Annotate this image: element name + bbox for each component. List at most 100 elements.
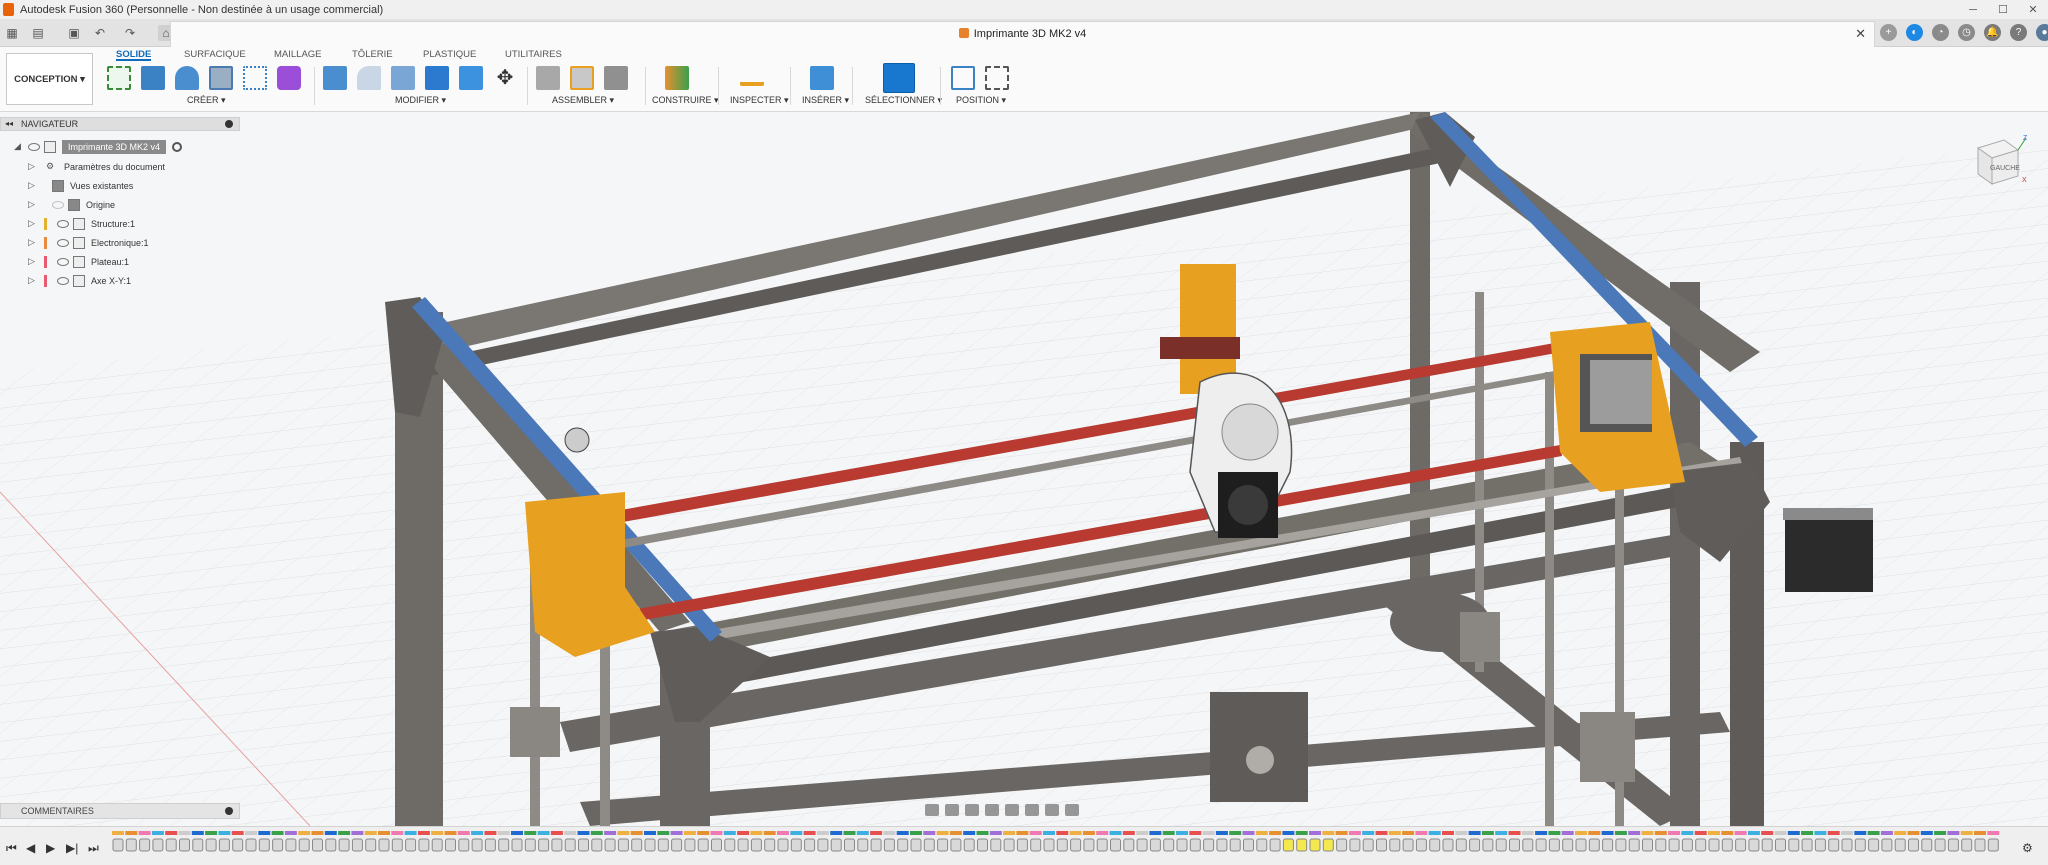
timeline-feature-icon[interactable] [1668,838,1680,852]
timeline-feature-icon[interactable] [1362,838,1374,852]
tab-solide[interactable]: SOLIDE [116,47,152,61]
timeline-feature-icon[interactable] [538,838,550,852]
expand-icon[interactable]: ▷ [28,275,38,286]
timeline-feature-icon[interactable] [1149,838,1161,852]
timeline-feature-icon[interactable] [272,838,284,852]
timeline-feature-icon[interactable] [1628,838,1640,852]
timeline-feature-icon[interactable] [458,838,470,852]
timeline-feature-icon[interactable] [1402,838,1414,852]
timeline-settings-icon[interactable]: ⚙ [2022,841,2033,855]
expand-icon[interactable]: ▷ [28,199,38,210]
look-at-icon[interactable] [945,804,959,816]
timeline-feature-icon[interactable] [1043,838,1055,852]
motion-link-icon[interactable] [604,66,628,90]
timeline-feature-icon[interactable] [1868,838,1880,852]
tree-item[interactable]: ▷ Electronique:1 [28,235,149,250]
revolve-icon[interactable] [175,66,199,90]
timeline-feature-icon[interactable] [977,838,988,852]
save-icon[interactable]: ▣ [66,25,82,41]
timeline-feature-icon[interactable] [604,838,616,852]
timeline-feature-icon[interactable] [1854,838,1866,852]
timeline-feature-icon[interactable] [551,838,563,852]
timeline-feature-icon[interactable] [471,838,483,852]
timeline-feature-icon[interactable] [910,838,922,852]
timeline-feature-icon[interactable] [1070,838,1082,852]
timeline-feature-icon[interactable] [1761,838,1773,852]
timeline-feature-icon[interactable] [1110,838,1121,852]
timeline-feature-icon[interactable] [844,838,855,852]
avatar[interactable]: ● [2036,24,2048,41]
tree-item[interactable]: ▷ ⚙ Paramètres du document [28,159,165,174]
timeline-feature-icon[interactable] [1322,838,1334,852]
timeline-feature-icon[interactable] [1509,838,1520,852]
group-modify-label[interactable]: MODIFIER ▾ [395,95,446,106]
timeline-feature-icon[interactable] [897,838,909,852]
timeline-feature-icon[interactable] [1336,838,1348,852]
split-icon[interactable] [459,66,483,90]
timeline-feature-icon[interactable] [617,838,629,852]
workspace-switcher-button[interactable]: CONCEPTION ▾ [6,53,93,105]
timeline-feature-icon[interactable] [963,838,975,852]
timeline-feature-icon[interactable] [1735,838,1747,852]
tab-utilitaires[interactable]: UTILITAIRES [505,47,562,61]
timeline-feature-icon[interactable] [790,838,802,852]
document-tab[interactable]: Imprimante 3D MK2 v4 ✕ [170,21,1875,47]
extensions-icon[interactable]: ◐ [1906,24,1923,41]
timeline-feature-icon[interactable] [1814,838,1826,852]
timeline-feature-icon[interactable] [1003,838,1015,852]
timeline-feature-icon[interactable] [1482,838,1494,852]
app-grid-icon[interactable]: ▦ [4,25,20,41]
hole-icon[interactable] [209,66,233,90]
timeline-feature-icon[interactable] [1801,838,1813,852]
activate-radio-icon[interactable] [172,141,183,152]
timeline-feature-icon[interactable] [724,838,736,852]
timeline-feature-icon[interactable] [1681,838,1693,852]
timeline-feature-icon[interactable] [365,838,377,852]
timeline-feature-icon[interactable] [498,838,510,852]
timeline-feature-icon[interactable] [1429,838,1441,852]
timeline-next-icon[interactable]: ▶| [66,841,78,855]
visibility-eye-icon[interactable] [57,219,69,228]
comments-panel[interactable]: COMMENTAIRES [0,803,240,819]
timeline-feature-icon[interactable] [1163,838,1175,852]
timeline-feature-icon[interactable] [431,838,443,852]
visibility-eye-icon[interactable] [57,257,69,266]
construct-plane-icon[interactable] [665,66,689,90]
undo-icon[interactable]: ↶ [92,25,108,41]
canvas-viewport[interactable]: GAUCHE Z X [0,112,2048,826]
timeline-feature-icon[interactable] [1921,838,1933,852]
grid-settings-icon[interactable] [1045,804,1059,816]
timeline-feature-icon[interactable] [418,838,430,852]
timeline-feature-icon[interactable] [405,838,417,852]
timeline-feature-icon[interactable] [817,838,829,852]
close-icon[interactable]: ✕ [2018,0,2048,19]
timeline-feature-icon[interactable] [1415,838,1427,852]
timeline-feature-icon[interactable] [1562,838,1574,852]
expand-icon[interactable]: ▷ [28,237,38,248]
comments-pin-icon[interactable] [225,807,233,815]
redo-icon[interactable]: ↷ [122,25,138,41]
timeline-feature-icon[interactable] [1974,838,1986,852]
visibility-eye-icon[interactable] [28,142,40,151]
navigator-panel[interactable]: ◂◂ NAVIGATEUR [0,117,240,131]
tab-tolerie[interactable]: TÔLERIE [352,47,393,61]
timeline-feature-icon[interactable] [1908,838,1919,852]
orbit-icon[interactable] [925,804,939,816]
timeline-feature-icon[interactable] [1136,838,1148,852]
measure-icon[interactable] [740,66,764,86]
new-component-icon[interactable] [570,66,594,90]
timeline-feature-icon[interactable] [312,838,323,852]
timeline-feature-icon[interactable] [1282,838,1294,852]
tab-surfacique[interactable]: SURFACIQUE [184,47,246,61]
timeline-feature-icon[interactable] [1243,838,1254,852]
timeline-feature-icon[interactable] [245,838,257,852]
timeline-feature-icon[interactable] [165,838,177,852]
timeline-feature-icon[interactable] [1642,838,1653,852]
timeline-feature-icon[interactable] [1961,838,1973,852]
timeline-feature-icon[interactable] [192,838,204,852]
timeline-feature-icon[interactable] [285,838,297,852]
timeline-feature-icon[interactable] [764,838,776,852]
timeline-feature-icon[interactable] [1721,838,1733,852]
expand-icon[interactable]: ▷ [28,218,38,229]
expand-icon[interactable]: ▷ [28,256,38,267]
